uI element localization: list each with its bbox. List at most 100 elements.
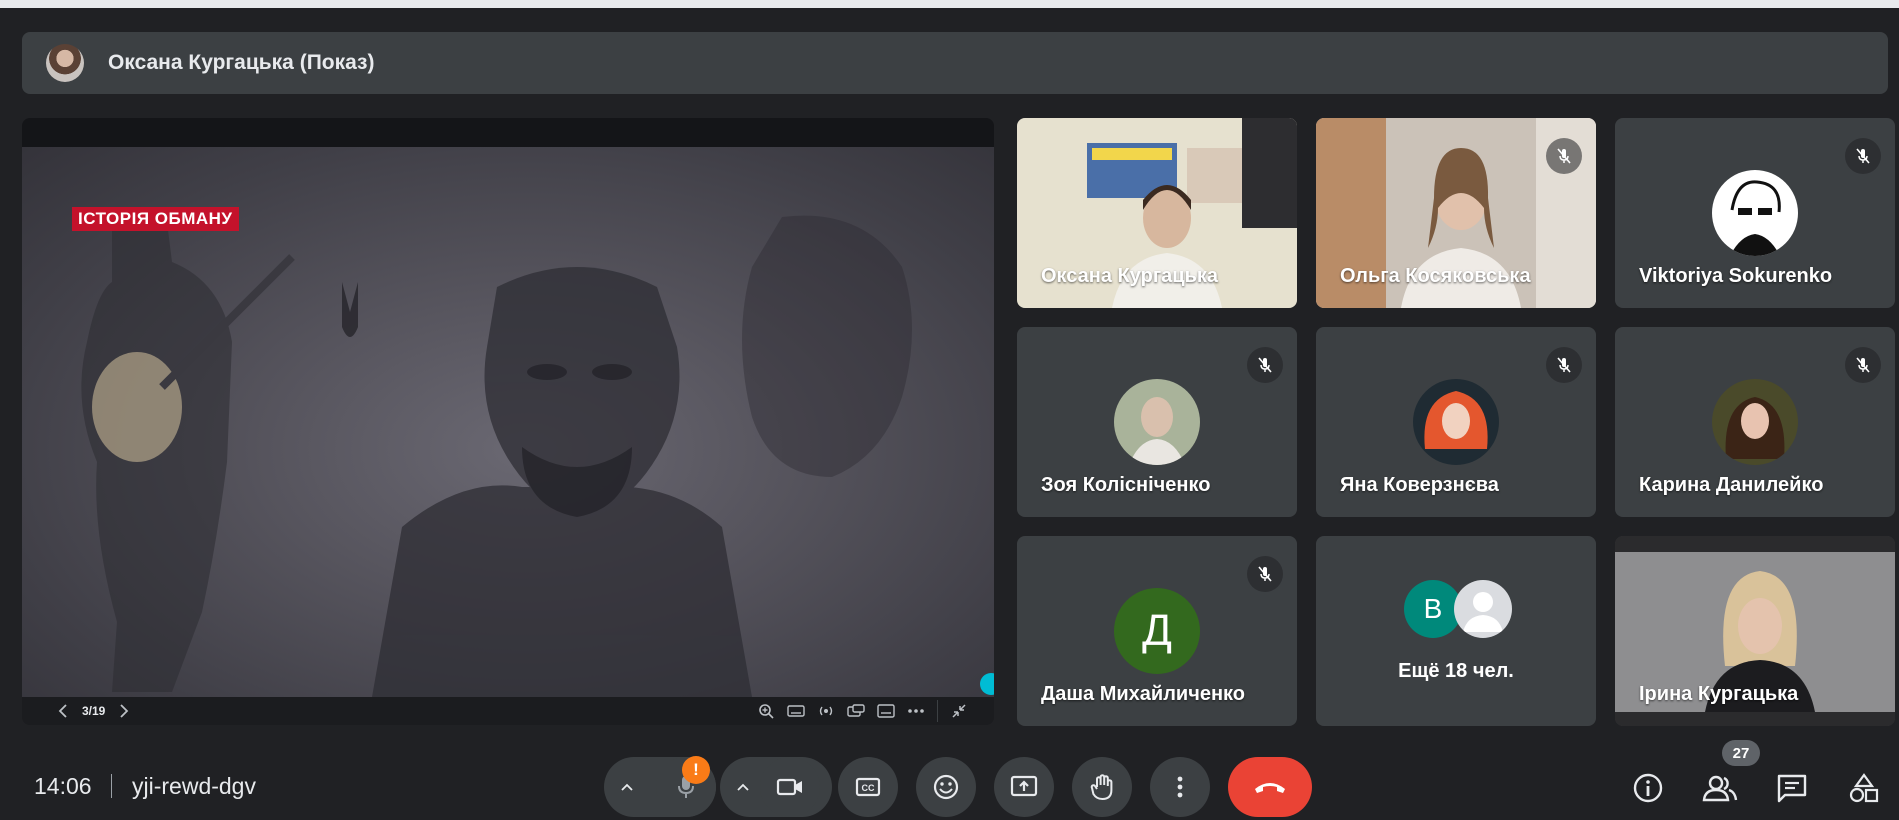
more-participants-avatars: В (1404, 580, 1514, 640)
subtitles-icon (877, 704, 895, 718)
participant-tile[interactable]: Ірина Кургацька (1615, 536, 1895, 726)
participant-name: Зоя Колісніченко (1041, 474, 1211, 496)
participant-tile[interactable]: Viktoriya Sokurenko (1615, 118, 1895, 308)
keyboard-button[interactable] (781, 699, 811, 723)
exit-fullscreen-button[interactable] (944, 699, 974, 723)
participant-name: Карина Данилейко (1639, 474, 1824, 496)
participant-tile[interactable]: Яна Коверзнєва (1316, 327, 1596, 517)
mic-off-icon (1258, 566, 1272, 582)
people-button[interactable] (1702, 770, 1738, 806)
mic-off-icon (1856, 148, 1870, 164)
participant-tile[interactable]: Оксана Кургацька (1017, 118, 1297, 308)
reactions-button[interactable] (916, 757, 976, 817)
present-screen-icon (1010, 775, 1038, 797)
leave-call-button[interactable] (1228, 757, 1312, 817)
participant-initial-avatar: Д (1114, 588, 1200, 674)
muted-indicator (1546, 138, 1582, 174)
zoom-in-icon (759, 704, 774, 719)
mic-alert-badge[interactable]: ! (682, 756, 710, 784)
chevron-left-icon (58, 704, 67, 718)
hang-up-icon (1255, 783, 1285, 793)
video-camera-icon (776, 778, 802, 796)
slide-tag: ІСТОРІЯ ОБМАНУ (72, 207, 239, 231)
mic-off-icon (1258, 357, 1272, 373)
captions-button[interactable]: CC (838, 757, 898, 817)
meeting-details-button[interactable] (1630, 770, 1666, 806)
more-participants-tile[interactable]: В Ещё 18 чел. (1316, 536, 1596, 726)
audio-options-button[interactable] (612, 772, 642, 802)
picture-in-picture-icon (847, 704, 865, 717)
pip-button[interactable] (841, 699, 871, 723)
more-vertical-icon (1177, 776, 1183, 798)
video-options-button[interactable] (728, 772, 758, 802)
participant-name: Ірина Кургацька (1639, 683, 1799, 705)
meeting-clock: 14:06 (34, 773, 92, 799)
keyboard-icon (787, 705, 805, 717)
meeting-control-bar: 14:06 yji-rewd-dgv ! CC 27 (0, 740, 1899, 820)
controls-divider (937, 700, 938, 722)
shapes-icon (1849, 773, 1879, 803)
participant-avatar (1712, 379, 1798, 465)
camera-button[interactable] (760, 757, 820, 817)
muted-indicator (1247, 347, 1283, 383)
chat-icon (1777, 774, 1807, 803)
participant-name: Ольга Косяковська (1340, 265, 1531, 287)
presentation-slide: ІСТОРІЯ ОБМАНУ (22, 147, 994, 697)
participant-avatar (1413, 379, 1499, 465)
presentation-controls: 3/19 (22, 697, 994, 725)
closed-captions-icon: CC (855, 777, 881, 797)
mic-off-icon (1557, 357, 1571, 373)
participant-tile[interactable]: Зоя Колісніченко (1017, 327, 1297, 517)
photo-avatar-icon (1114, 379, 1200, 465)
more-options-button[interactable] (1150, 757, 1210, 817)
participant-avatar (1712, 170, 1798, 256)
muted-indicator (1247, 556, 1283, 592)
participant-count-badge: 27 (1722, 740, 1760, 766)
participant-tile[interactable]: Ольга Косяковська (1316, 118, 1596, 308)
broadcast-icon (819, 706, 833, 716)
participant-name: Яна Коверзнєва (1340, 474, 1499, 496)
chevron-right-icon (120, 704, 129, 718)
previous-slide-button[interactable] (48, 699, 78, 723)
participant-name: Viktoriya Sokurenko (1639, 265, 1833, 287)
muted-indicator (1845, 347, 1881, 383)
hand-icon (1090, 774, 1113, 800)
clock-divider (111, 774, 112, 798)
person-silhouette-icon (1463, 592, 1503, 632)
collapse-icon (952, 704, 966, 718)
photo-avatar-icon (1413, 379, 1499, 465)
more-participants-label: Ещё 18 чел. (1398, 660, 1514, 682)
next-slide-button[interactable] (109, 699, 139, 723)
photo-avatar-icon (1712, 379, 1798, 465)
participant-name: Оксана Кургацька (1041, 265, 1219, 287)
emoji-icon (933, 774, 959, 800)
window-top-edge (0, 0, 1899, 8)
participant-tile[interactable]: Д Даша Михайличенко (1017, 536, 1297, 726)
muted-indicator (1845, 138, 1881, 174)
participant-tile[interactable]: Карина Данилейко (1615, 327, 1895, 517)
people-icon (1702, 775, 1738, 802)
mic-off-icon (1856, 357, 1870, 373)
presenter-bar: Оксана Кургацька (Показ) (22, 32, 1888, 94)
more-slide-options-button[interactable] (901, 699, 931, 723)
participant-avatar (1114, 379, 1200, 465)
present-screen-button[interactable] (994, 757, 1054, 817)
stage-top-strip (22, 118, 994, 147)
slide-page-indicator: 3/19 (82, 704, 106, 718)
broadcast-button[interactable] (811, 699, 841, 723)
svg-text:CC: CC (862, 783, 875, 793)
presenter-name: Оксана Кургацька (Показ) (108, 51, 375, 74)
presentation-stage[interactable]: ІСТОРІЯ ОБМАНУ 3/19 (22, 118, 994, 725)
zoom-button[interactable] (751, 699, 781, 723)
chevron-up-icon (737, 783, 749, 791)
raise-hand-button[interactable] (1072, 757, 1132, 817)
info-icon (1633, 773, 1663, 803)
more-horizontal-icon (908, 709, 924, 713)
meeting-code: yji-rewd-dgv (132, 773, 256, 799)
participant-name: Даша Михайличенко (1041, 683, 1245, 705)
muted-indicator (1546, 347, 1582, 383)
captions-slide-button[interactable] (871, 699, 901, 723)
chat-button[interactable] (1774, 770, 1810, 806)
presenter-avatar (46, 44, 84, 82)
activities-button[interactable] (1846, 770, 1882, 806)
